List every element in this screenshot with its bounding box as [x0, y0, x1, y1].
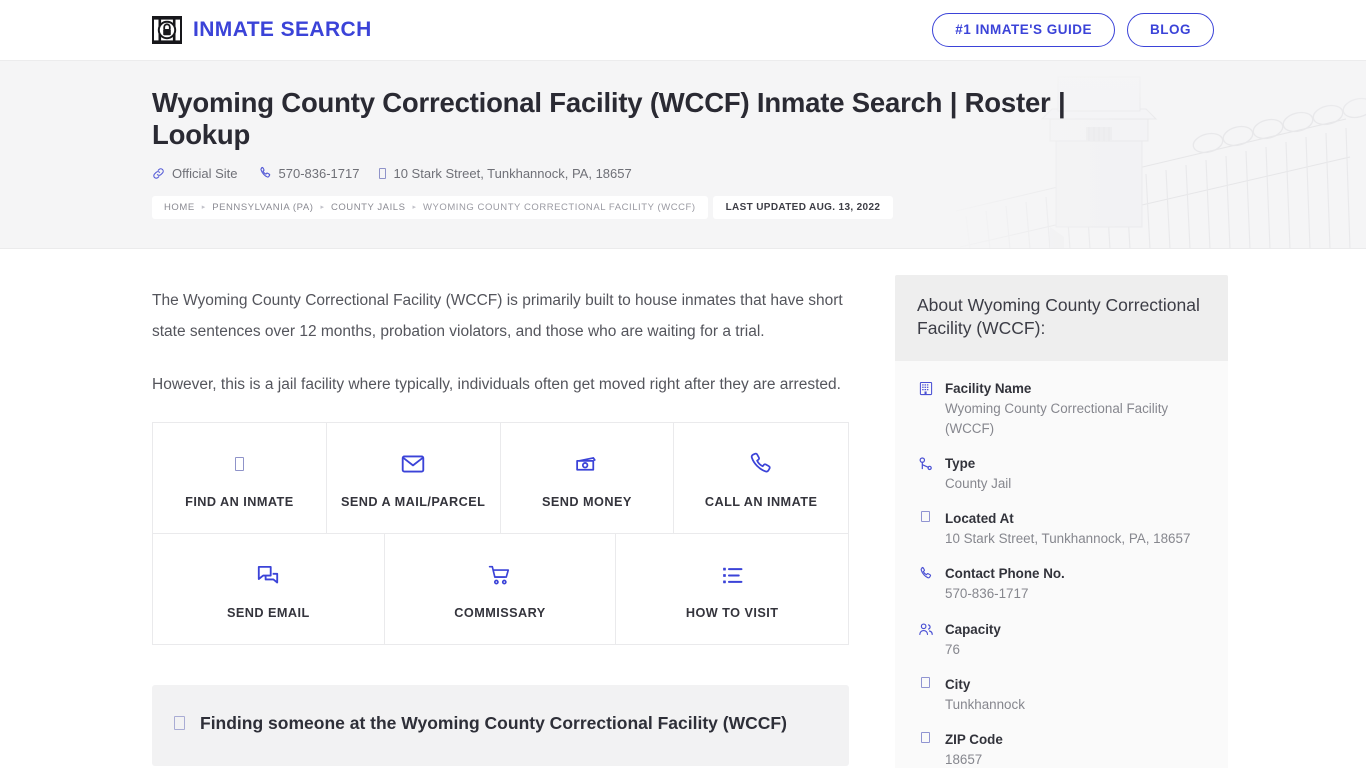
breadcrumb-item-county-jails[interactable]: COUNTY JAILS — [331, 202, 406, 213]
breadcrumb-row: HOME ▸ PENNSYLVANIA (PA) ▸ COUNTY JAILS … — [152, 195, 1214, 219]
info-value: 76 — [945, 641, 960, 657]
info-value: 18657 — [945, 752, 983, 768]
info-row-contact-phone: Contact Phone No. 570-836-1717 — [917, 564, 1206, 604]
about-card-title: About Wyoming County Correctional Facili… — [917, 295, 1200, 339]
action-label: FIND AN INMATE — [185, 495, 294, 509]
map-pin-icon — [917, 675, 934, 688]
info-value: 570-836-1717 — [945, 586, 1029, 602]
info-label: Contact Phone No. — [945, 566, 1065, 582]
inmates-guide-button[interactable]: #1 INMATE'S GUIDE — [932, 13, 1115, 47]
map-pin-icon — [379, 167, 387, 179]
blog-button[interactable]: BLOG — [1127, 13, 1214, 47]
action-commissary[interactable]: COMMISSARY — [384, 534, 617, 644]
branch-node-icon — [917, 454, 934, 471]
info-row-capacity: Capacity 76 — [917, 620, 1206, 660]
about-card-body: Facility Name Wyoming County Correctiona… — [895, 361, 1228, 768]
page-layout: The Wyoming County Correctional Facility… — [0, 249, 1366, 768]
about-facility-card: About Wyoming County Correctional Facili… — [895, 275, 1228, 768]
address-label: 10 Stark Street, Tunkhannock, PA, 18657 — [393, 165, 632, 181]
brand-logo-link[interactable]: INMATE SEARCH — [152, 15, 372, 45]
shopping-cart-icon — [391, 560, 610, 590]
action-send-a-mail-parcel[interactable]: SEND A MAIL/PARCEL — [326, 423, 501, 533]
info-value: Wyoming County Correctional Facility (WC… — [945, 400, 1169, 436]
chevron-right-icon: ▸ — [412, 203, 416, 211]
breadcrumb-item-home[interactable]: HOME — [164, 202, 195, 213]
users-icon — [917, 620, 934, 637]
phone-link[interactable]: 570-836-1717 — [258, 165, 360, 181]
action-find-an-inmate[interactable]: FIND AN INMATE — [153, 423, 327, 533]
last-updated-badge: LAST UPDATED AUG. 13, 2022 — [712, 195, 894, 219]
hero-meta-row: Official Site 570-836-1717 10 Stark Stre… — [152, 166, 1214, 181]
chevron-right-icon: ▸ — [201, 203, 206, 211]
info-value: County Jail — [945, 475, 1012, 491]
breadcrumb-item-pennsylvania[interactable]: PENNSYLVANIA (PA) — [212, 202, 313, 213]
phone-icon — [680, 449, 842, 479]
hero-section: Wyoming County Correctional Facility (WC… — [0, 61, 1366, 249]
info-label: Capacity — [945, 621, 1001, 637]
action-call-an-inmate[interactable]: CALL AN INMATE — [674, 423, 848, 533]
official-site-label: Official Site — [172, 165, 238, 181]
sidebar: About Wyoming County Correctional Facili… — [895, 249, 1228, 768]
action-label: SEND EMAIL — [226, 606, 310, 620]
action-how-to-visit[interactable]: HOW TO VISIT — [616, 534, 848, 644]
action-label: SEND A MAIL/PARCEL — [340, 495, 486, 509]
breadcrumb: HOME ▸ PENNSYLVANIA (PA) ▸ COUNTY JAILS … — [152, 195, 708, 219]
breadcrumb-item-current: WYOMING COUNTY CORRECTIONAL FACILITY (WC… — [423, 201, 696, 213]
official-site-link[interactable]: Official Site — [152, 166, 238, 181]
info-row-facility-name: Facility Name Wyoming County Correctiona… — [917, 379, 1206, 439]
info-row-city: City Tunkhannock — [917, 675, 1206, 715]
chat-bubbles-icon — [159, 560, 378, 590]
action-send-money[interactable]: SEND MONEY — [500, 423, 675, 533]
page-title: Wyoming County Correctional Facility (WC… — [152, 87, 1066, 151]
finding-someone-callout: Finding someone at the Wyoming County Co… — [152, 685, 849, 767]
info-value: 10 Stark Street, Tunkhannock, PA, 18657 — [945, 531, 1191, 547]
phone-icon — [258, 166, 272, 180]
info-row-located-at: Located At 10 Stark Street, Tunkhannock,… — [917, 509, 1206, 549]
info-label: Facility Name — [945, 380, 1032, 396]
action-grid: FIND AN INMATE SEND A MAIL/PARCEL SEND M… — [152, 422, 849, 645]
info-row-zip-code: ZIP Code 18657 — [917, 730, 1206, 768]
info-label: ZIP Code — [945, 731, 1003, 747]
intro-paragraph-2: However, this is a jail facility where t… — [152, 376, 841, 393]
building-icon — [917, 379, 934, 396]
callout-title: Finding someone at the Wyoming County Co… — [200, 713, 787, 733]
link-icon — [152, 167, 165, 180]
intro-paragraph-1: The Wyoming County Correctional Facility… — [152, 292, 843, 340]
address-item: 10 Stark Street, Tunkhannock, PA, 18657 — [379, 165, 632, 181]
main-content: The Wyoming County Correctional Facility… — [152, 249, 849, 767]
action-label: HOW TO VISIT — [685, 606, 779, 620]
jail-lock-icon — [152, 15, 182, 45]
site-header: INMATE SEARCH #1 INMATE'S GUIDE BLOG — [0, 0, 1366, 61]
brand-name: INMATE SEARCH — [193, 18, 372, 41]
info-label: Located At — [945, 511, 1014, 527]
info-value: Tunkhannock — [945, 696, 1025, 712]
info-row-type: Type County Jail — [917, 454, 1206, 494]
action-label: COMMISSARY — [454, 606, 546, 620]
action-label: CALL AN INMATE — [704, 495, 818, 509]
info-box-icon — [174, 716, 185, 735]
envelope-icon — [333, 449, 494, 479]
info-label: Type — [945, 455, 976, 471]
map-pin-icon — [917, 730, 934, 743]
action-row-1: FIND AN INMATE SEND A MAIL/PARCEL SEND M… — [153, 423, 848, 534]
action-row-2: SEND EMAIL COMMISSARY HOW TO VISIT — [153, 534, 848, 645]
info-label: City — [945, 676, 971, 692]
about-card-header: About Wyoming County Correctional Facili… — [895, 275, 1228, 361]
action-send-email[interactable]: SEND EMAIL — [153, 534, 385, 644]
list-icon — [622, 560, 842, 590]
phone-label: 570-836-1717 — [278, 165, 360, 181]
action-label: SEND MONEY — [541, 495, 632, 509]
chevron-right-icon: ▸ — [320, 203, 324, 211]
header-actions: #1 INMATE'S GUIDE BLOG — [932, 13, 1214, 47]
person-search-icon — [159, 449, 320, 479]
phone-icon — [917, 564, 934, 581]
map-pin-icon — [917, 509, 934, 523]
money-icon — [507, 449, 668, 479]
